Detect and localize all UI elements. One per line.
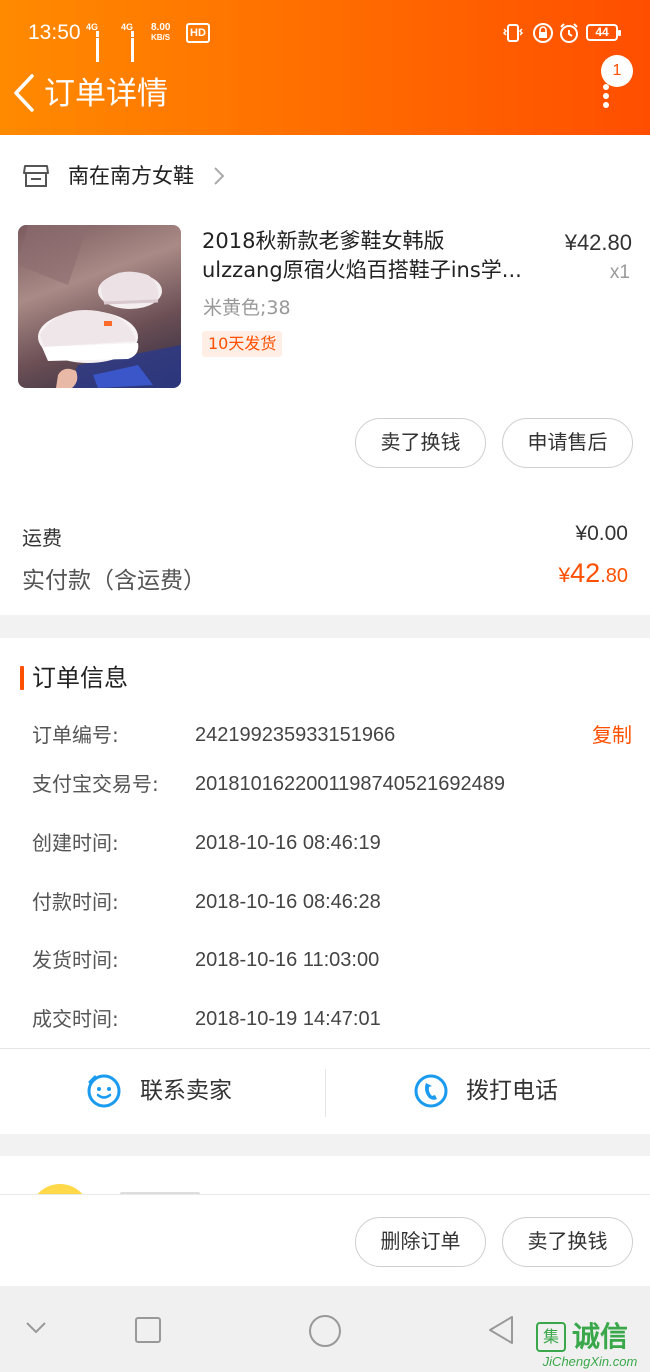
info-label: 付款时间: — [32, 890, 119, 914]
paid-time-row: 付款时间: 2018-10-16 08:46:28 — [32, 887, 632, 917]
status-time: 13:50 — [28, 21, 81, 44]
bottom-action-bar: 删除订单 卖了换钱 — [0, 1194, 650, 1286]
call-button[interactable]: 拨打电话 — [325, 1049, 650, 1135]
store-icon — [23, 165, 49, 187]
product-image[interactable] — [18, 225, 181, 388]
info-value: 2018101622001198740521692489 — [195, 773, 505, 795]
shipping-fee-value: ¥0.00 — [575, 522, 628, 545]
created-time-row: 创建时间: 2018-10-16 08:46:19 — [32, 828, 632, 858]
info-label: 创建时间: — [32, 831, 119, 855]
battery-icon: 44 — [586, 24, 621, 41]
info-value: 2018-10-19 14:47:01 — [195, 1008, 381, 1030]
order-card: 南在南方女鞋 2018秋新款老爹鞋女韩版 ulzzang原宿火焰百搭鞋子ins学… — [0, 135, 650, 615]
more-menu-icon[interactable] — [596, 83, 616, 109]
product-title-line2: ulzzang原宿火焰百搭鞋子ins学... — [202, 258, 522, 282]
home-icon[interactable] — [307, 1313, 343, 1349]
info-label: 支付宝交易号: — [32, 772, 159, 796]
back-triangle-icon[interactable] — [486, 1314, 516, 1346]
product-price: ¥42.80 — [564, 230, 632, 255]
chevron-down-icon[interactable] — [24, 1320, 48, 1336]
product-quantity: x1 — [609, 262, 630, 283]
order-number-row: 订单编号: 242199235933151966 复制 — [32, 720, 632, 750]
notification-badge[interactable]: 1 — [601, 55, 633, 87]
vibrate-icon — [502, 24, 524, 42]
sell-for-cash-button-bottom[interactable]: 卖了换钱 — [502, 1217, 633, 1267]
delete-order-button[interactable]: 删除订单 — [355, 1217, 486, 1267]
paid-amount-label: 实付款（含运费） — [22, 568, 206, 594]
info-value: 2018-10-16 08:46:28 — [195, 891, 381, 913]
store-name: 南在南方女鞋 — [68, 164, 194, 188]
sell-for-cash-button[interactable]: 卖了换钱 — [355, 418, 486, 468]
status-bar: 13:50 4G 4G 8.00 KB/S HD 44 — [0, 0, 650, 66]
order-info-title: 订单信息 — [32, 664, 128, 692]
sneaker-image — [18, 225, 181, 388]
watermark-emblem-icon: 集 — [536, 1322, 566, 1352]
contact-seller-button[interactable]: 联系卖家 — [0, 1049, 325, 1135]
chevron-right-icon — [214, 167, 225, 185]
recent-apps-icon[interactable] — [134, 1316, 162, 1344]
shipped-time-row: 发货时间: 2018-10-16 11:03:00 — [32, 945, 632, 975]
watermark-cn: 诚信 — [572, 1320, 629, 1353]
paid-currency: ¥ — [558, 564, 571, 587]
store-link[interactable]: 南在南方女鞋 — [22, 159, 622, 193]
info-value: 242199235933151966 — [195, 724, 396, 746]
phone-icon — [414, 1074, 448, 1108]
paid-amount-value: ¥42.80 — [558, 558, 628, 589]
alarm-icon — [560, 23, 578, 43]
section-accent-bar — [20, 666, 24, 690]
shipping-fee-label: 运费 — [22, 526, 62, 550]
paid-integer: 42 — [570, 558, 601, 588]
shipping-badge: 10天发货 — [202, 331, 283, 357]
watermark-logo: 集 诚信 JiChengXin.com — [532, 1318, 648, 1372]
back-arrow-icon[interactable] — [10, 72, 40, 114]
info-value: 2018-10-16 08:46:19 — [195, 832, 381, 854]
product-title-line1: 2018秋新款老爹鞋女韩版 — [202, 229, 445, 253]
lock-icon — [533, 23, 553, 43]
order-info-card: 订单信息 订单编号: 242199235933151966 复制 支付宝交易号:… — [0, 638, 650, 1048]
info-label: 订单编号: — [32, 723, 119, 747]
hd-icon: HD — [186, 23, 210, 43]
product-title[interactable]: 2018秋新款老爹鞋女韩版 ulzzang原宿火焰百搭鞋子ins学... — [202, 227, 542, 285]
paid-decimal: .80 — [600, 565, 628, 587]
info-label: 成交时间: — [32, 1007, 119, 1031]
after-sale-button[interactable]: 申请售后 — [502, 418, 633, 468]
contact-seller-label: 联系卖家 — [140, 1078, 232, 1104]
info-value: 2018-10-16 11:03:00 — [195, 949, 380, 971]
app-header: 13:50 4G 4G 8.00 KB/S HD 44 订单详情 1 — [0, 0, 650, 135]
alipay-trade-row: 支付宝交易号: 2018101622001198740521692489 — [32, 769, 632, 799]
net-speed: 8.00 KB/S — [151, 22, 171, 43]
completed-time-row: 成交时间: 2018-10-19 14:47:01 — [32, 1004, 632, 1034]
product-sku: 米黄色;38 — [203, 297, 291, 319]
watermark-en: JiChengXin.com — [542, 1354, 638, 1369]
page-title: 订单详情 — [44, 76, 168, 112]
info-label: 发货时间: — [32, 948, 119, 972]
copy-button[interactable]: 复制 — [592, 720, 632, 750]
call-label: 拨打电话 — [466, 1078, 558, 1104]
chat-smile-icon — [87, 1074, 121, 1108]
contact-bar: 联系卖家 拨打电话 — [0, 1048, 650, 1134]
